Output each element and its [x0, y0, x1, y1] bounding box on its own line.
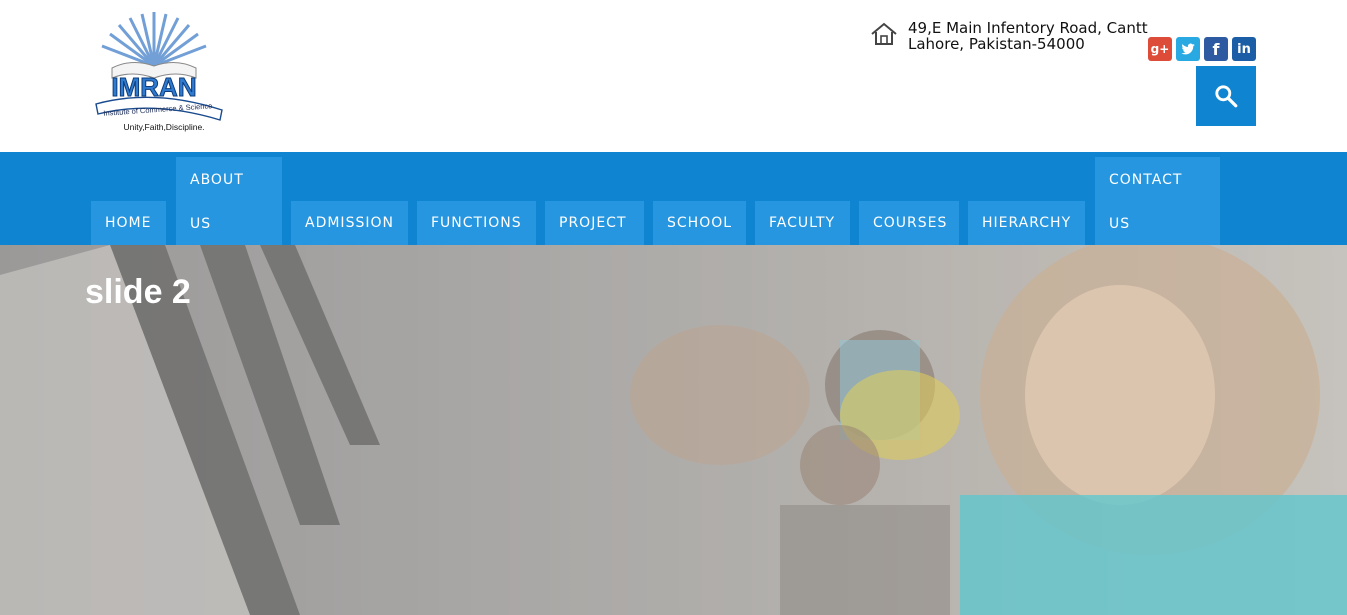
slide-title: slide 2 [85, 273, 191, 311]
nav-home-label: HOME [105, 215, 152, 231]
nav-project[interactable]: PROJECT [545, 201, 644, 245]
nav-admission[interactable]: ADMISSION [291, 201, 408, 245]
nav-hierarchy[interactable]: HIERARCHY [968, 201, 1085, 245]
nav-courses-label: COURSES [873, 215, 948, 231]
nav-contact-label-2: US [1109, 216, 1131, 232]
address-line-1: 49,E Main Infentory Road, Cantt [908, 19, 1148, 37]
nav-faculty[interactable]: FACULTY [755, 201, 850, 245]
nav-home[interactable]: HOME [91, 201, 166, 245]
nav-functions-label: FUNCTIONS [431, 215, 522, 231]
facebook-icon[interactable]: f [1204, 37, 1228, 61]
hero-slider[interactable]: slide 2 [0, 245, 1347, 615]
main-nav: HOME ABOUT US ADMISSION FUNCTIONS PROJEC… [0, 152, 1347, 245]
nav-contact-us[interactable]: CONTACT US [1095, 157, 1220, 245]
nav-admission-label: ADMISSION [305, 215, 394, 231]
svg-text:Unity,Faith,Discipline.: Unity,Faith,Discipline. [123, 122, 204, 132]
nav-faculty-label: FACULTY [769, 215, 836, 231]
google-plus-icon[interactable]: g+ [1148, 37, 1172, 61]
address-line-2: Lahore, Pakistan-54000 [908, 35, 1085, 53]
site-header: IMRAN Institute of Commerce & Science Un… [0, 0, 1347, 152]
nav-about-us[interactable]: ABOUT US [176, 157, 282, 245]
linkedin-icon[interactable]: in [1232, 37, 1256, 61]
search-icon [1215, 85, 1238, 108]
address-block: 49,E Main Infentory Road, Cantt Lahore, … [870, 20, 1148, 52]
nav-contact-label-1: CONTACT [1109, 172, 1183, 188]
home-icon [871, 22, 897, 45]
nav-about-label-2: US [190, 216, 212, 232]
institute-logo[interactable]: IMRAN Institute of Commerce & Science Un… [82, 8, 227, 136]
nav-courses[interactable]: COURSES [859, 201, 959, 245]
hero-overlay [0, 245, 1347, 615]
nav-project-label: PROJECT [559, 215, 627, 231]
search-button[interactable] [1196, 66, 1256, 126]
nav-school[interactable]: SCHOOL [653, 201, 746, 245]
nav-about-label-1: ABOUT [190, 172, 244, 188]
nav-functions[interactable]: FUNCTIONS [417, 201, 536, 245]
nav-hierarchy-label: HIERARCHY [982, 215, 1072, 231]
social-links: g+ f in [1148, 37, 1256, 61]
nav-school-label: SCHOOL [667, 215, 733, 231]
twitter-icon[interactable] [1176, 37, 1200, 61]
logo-graphic: IMRAN Institute of Commerce & Science Un… [95, 12, 223, 132]
